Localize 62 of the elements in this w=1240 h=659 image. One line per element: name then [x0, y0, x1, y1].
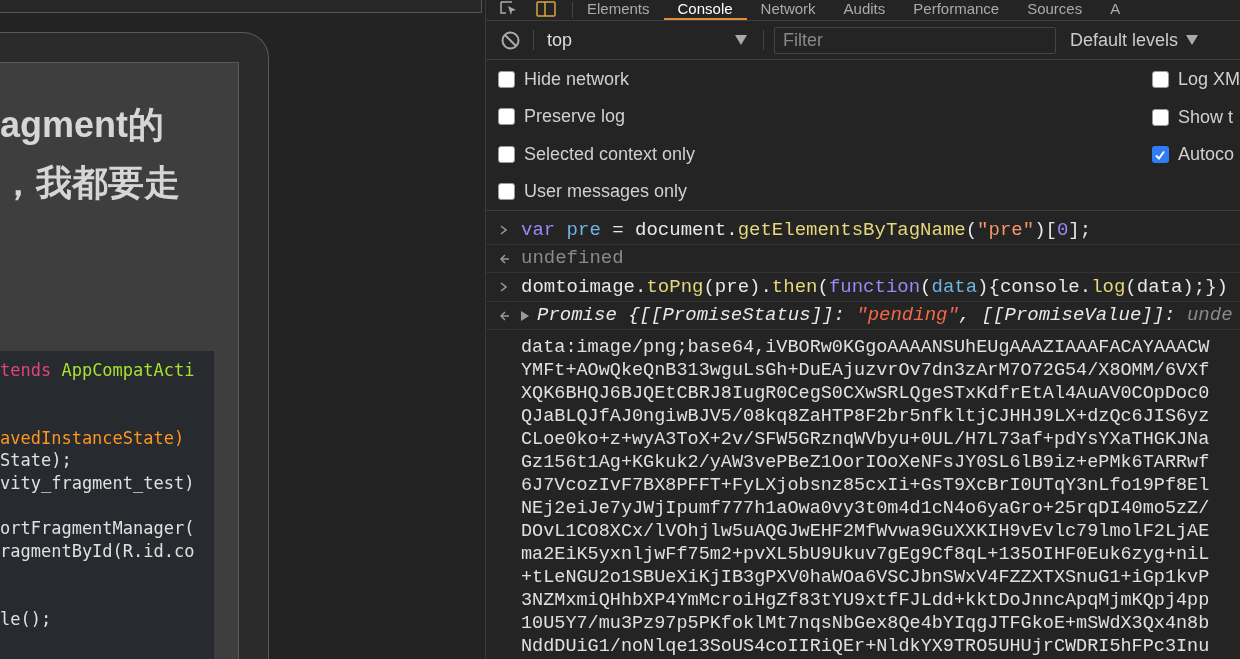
log-output-line: ma2EiK5yxnljwFf75m2+pvXL5bU9Ukuv7gEg9Cf8qL+135OIHF0Euk6zyg+niL [521, 543, 1210, 566]
console-line: domtoimage.toPng(pre).then(function(data){console.log(data);}) [521, 274, 1228, 300]
code-line: vity_fragment_test) [0, 472, 195, 493]
prompt-chevron-icon [500, 282, 507, 292]
log-output-line: 3NZMxmiQHhbXP4YmMcroiHgZf83tYU9xtfFJLdd+kktDoJnncApqMjmKQpj4pp [521, 589, 1210, 612]
log-output-line: +tLeNGU2o1SBUeXiKjIB3gPXV0haWOa6VSCJbnSWxV4FZZXTXSnuG1+iGp1kvP [521, 566, 1210, 589]
result-arrow-icon [498, 310, 509, 321]
setting-label: Selected context only [524, 142, 696, 166]
checkbox[interactable] [1151, 108, 1169, 126]
log-output-line: NEj2eiJe7yJWjIpumf777h1aOwa0vy3t0m4d1cN4o6yaGro+25rqDI40mo5zZ/ [521, 497, 1210, 520]
devtools-tab[interactable]: Performance [899, 0, 1014, 20]
setting-label: Autoco [1177, 143, 1234, 167]
select-element-icon[interactable] [500, 1, 518, 17]
code-line: tends AppCompatActi [0, 360, 195, 380]
log-output-line: Gz156t1Ag+KGkuk2/yAW3vePBeZ1OorIOoXeNFsJY0SL6lB9iz+ePMk6TARRwf [521, 451, 1210, 474]
console-line: Promise {[[PromiseStatus]]: "pending", [[PromiseValue]]: unde [537, 303, 1233, 329]
device-toolbar-icon[interactable] [536, 1, 556, 17]
article-heading: agment的 [0, 103, 166, 147]
code-line: avedInstanceState) [0, 427, 185, 448]
context-select[interactable]: top [547, 26, 747, 54]
devtools-tab[interactable]: Audits [829, 0, 900, 20]
setting-label: Log XM [1177, 68, 1240, 92]
log-output-line: CLoe0ko+z+wyA3ToX+2v/SFW5GRznqWVbyu+0UL/H7L73af+pdYsYXaTHGKJNa [521, 428, 1210, 451]
checkbox[interactable] [498, 108, 515, 126]
devtools-tab[interactable]: Elements [573, 0, 664, 20]
log-output-line: XQK6BHQJ6BJQEtCBRJ8IugR0CegS0CXwSRLQgeSTxKdfrEtAl4AuAV0COpDoc0 [521, 382, 1210, 405]
filter-field[interactable]: Filter [774, 26, 1056, 54]
checkbox[interactable] [498, 145, 515, 163]
console-line: var pre = document.getElementsByTagName("pre")[0]; [521, 217, 1092, 243]
code-line: le(); [0, 608, 52, 629]
devtools-tab[interactable]: Sources [1013, 0, 1097, 20]
expand-triangle-icon[interactable] [521, 310, 529, 321]
console-line: undefined [521, 246, 624, 272]
code-line: ortFragmentManager( [0, 518, 195, 539]
devtools-tab[interactable]: Console [663, 0, 747, 20]
dropdown-caret-icon [1186, 35, 1199, 45]
checkbox[interactable] [1151, 146, 1169, 164]
dropdown-caret-icon [735, 35, 747, 45]
checkbox[interactable] [1151, 71, 1169, 89]
log-levels-dropdown[interactable]: Default levels [1070, 26, 1199, 54]
log-output-line: DOvL1CO8XCx/lVOhjlw5uAQGJwEHF2MfWvwa9GuXXKIH9vEvlc79lmolF2LjAE [521, 520, 1210, 543]
log-output-line: 10U5Y7/mu3Pz97p5PKfoklMt7nqsNbGex8Qe4bYIqgJTFGkoE+mSWdX3Qx4n8b [521, 612, 1210, 635]
code-line: State); [0, 450, 72, 471]
log-output-line: QJaBLQJfAJ0ngiwBJV5/08kq8ZaHTP8F2br5nfkltjCJHHJ9LX+dzQc6JIS6yz [521, 405, 1210, 428]
log-output-line: data:image/png;base64,iVBORw0KGgoAAAANSUhEUgAAAZIAAAFACAYAAACW [521, 336, 1210, 359]
code-line: ragmentById(R.id.co [0, 540, 195, 561]
article-heading: ，我都要走 [0, 161, 181, 205]
result-arrow-icon [498, 253, 509, 264]
devtools-tab[interactable]: Network [746, 0, 830, 20]
setting-label: Hide network [524, 68, 630, 92]
setting-label: Show t [1177, 105, 1233, 129]
log-output-line: 6J7VcozIvF7BX8PFFT+FyLXjobsnz85cxIi+GsT9XcBrI0UTqY3nLfo19Pf8El [521, 474, 1210, 497]
checkbox[interactable] [498, 182, 515, 200]
check-icon [1154, 148, 1167, 161]
prompt-chevron-icon [500, 225, 507, 235]
devtools-tab[interactable]: A [1096, 0, 1135, 20]
checkbox[interactable] [498, 71, 515, 89]
setting-label: Preserve log [524, 105, 626, 129]
log-output-line: YMFt+AOwQkeQnB313wguLsGh+DuEAjuzvrOv7dn3zArM7O72G54/X8OMM/6VXf [521, 359, 1210, 382]
setting-label: User messages only [524, 179, 688, 203]
clear-console-icon[interactable] [501, 30, 520, 50]
log-output-line: NddDUiG1/noNlqe13SoUS4coIIRiQEr+NldkYX9TRO5UHUjrCWDRI5hFPc3Inu [521, 635, 1210, 658]
